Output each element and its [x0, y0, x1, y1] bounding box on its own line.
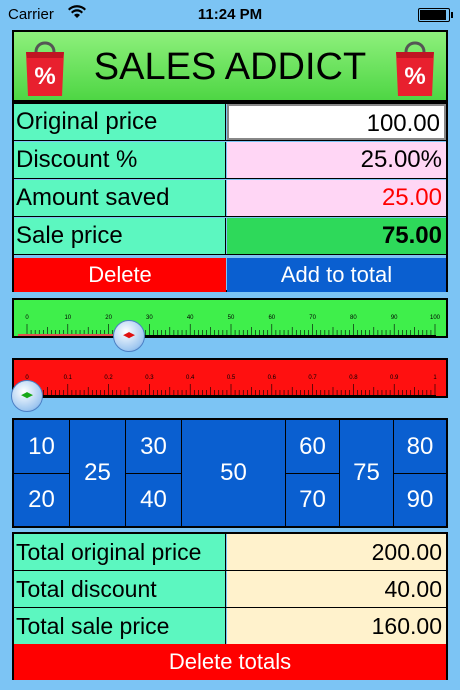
ruler-tick-label: 0: [25, 315, 29, 321]
total-discount-row: Total discount 40.00: [14, 571, 446, 608]
bag-percent-symbol: %: [404, 63, 425, 90]
discount-60-button[interactable]: 60: [286, 420, 340, 474]
discount-50-button[interactable]: 50: [182, 420, 286, 526]
ruler-tick-label: 0.3: [145, 375, 154, 381]
total-sale-label: Total sale price: [14, 608, 226, 644]
ruler-tick-label: 20: [105, 315, 112, 321]
discount-90-button[interactable]: 90: [394, 474, 446, 526]
ruler-tick-label: 1: [433, 375, 437, 381]
ruler-tick-label: 30: [146, 315, 153, 321]
discount-75-button[interactable]: 75: [340, 420, 394, 526]
price-slider-thumb[interactable]: ◂▸: [113, 320, 145, 352]
ruler-tick-label: 100: [429, 315, 441, 321]
ruler-tick-label: 40: [186, 315, 194, 321]
totals-panel: Total original price 200.00 Total discou…: [12, 532, 448, 680]
amount-saved-label: Amount saved: [14, 180, 226, 216]
original-price-row: Original price 100.00: [14, 104, 446, 141]
sale-price-value: 75.00: [227, 218, 446, 254]
discount-40-button[interactable]: 40: [126, 474, 182, 526]
clock: 11:24 PM: [197, 6, 263, 23]
price-slider-track: [18, 334, 128, 336]
battery-icon: [418, 8, 453, 22]
add-to-total-button[interactable]: Add to total: [227, 258, 446, 292]
discount-25-button[interactable]: 25: [70, 420, 126, 526]
ruler-tick-label: 0.5: [226, 375, 236, 381]
ruler-tick-label: 60: [268, 315, 276, 321]
discount-70-button[interactable]: 70: [286, 474, 340, 526]
total-original-label: Total original price: [14, 534, 226, 570]
discount-slider[interactable]: 0 0.1 0.2 0.3 0.4 0.5 0.6 0.7 0.8 0.9 1 ◂▸: [11, 358, 448, 412]
discount-slider-ticks: 0 0.1 0.2 0.3 0.4 0.5 0.6 0.7 0.8 0.9 1: [25, 372, 437, 396]
discount-value: 25.00%: [227, 142, 446, 178]
discount-label: Discount %: [14, 142, 226, 178]
original-price-input[interactable]: 100.00: [227, 104, 446, 140]
price-slider-ticks: 0 10 20 30 40 50 60 70 80 90 100: [25, 312, 440, 336]
ruler-tick-label: 10: [64, 315, 72, 321]
sale-price-row: Sale price 75.00: [14, 218, 446, 255]
total-original-value: 200.00: [227, 534, 446, 570]
discount-slider-thumb[interactable]: ◂▸: [11, 380, 43, 412]
ruler-tick-label: 0.8: [349, 375, 358, 381]
ruler-tick-label: 0.9: [390, 375, 399, 381]
total-sale-value: 160.00: [227, 608, 446, 644]
ruler-tick-label: 0.7: [308, 375, 317, 381]
discount-10-button[interactable]: 10: [14, 420, 70, 474]
discount-20-button[interactable]: 20: [14, 474, 70, 526]
app-title: SALES ADDICT: [93, 46, 367, 88]
shopping-bag-icon: %: [392, 36, 438, 98]
total-original-row: Total original price 200.00: [14, 534, 446, 571]
action-buttons: Delete Add to total: [14, 258, 446, 292]
calculator-panel: Original price 100.00 Discount % 25.00% …: [12, 102, 448, 292]
discount-row: Discount % 25.00%: [14, 142, 446, 179]
amount-saved-row: Amount saved 25.00: [14, 180, 446, 217]
original-price-label: Original price: [14, 104, 226, 140]
ruler-tick-label: 80: [350, 315, 357, 321]
ruler-tick-label: 0.4: [186, 375, 195, 381]
discount-buttons-grid: 10 20 25 30 40 50 60 70 75 80 90: [12, 418, 448, 528]
status-bar: Carrier 11:24 PM: [0, 0, 460, 30]
amount-saved-value: 25.00: [227, 180, 446, 216]
price-slider[interactable]: 0 10 20 30 40 50 60 70 80 90 100 ◂▸: [12, 298, 448, 352]
total-discount-value: 40.00: [227, 571, 446, 607]
discount-80-button[interactable]: 80: [394, 420, 446, 474]
ruler-tick-label: 0.6: [267, 375, 276, 381]
discount-30-button[interactable]: 30: [126, 420, 182, 474]
total-discount-label: Total discount: [14, 571, 226, 607]
app-header: % SALES ADDICT %: [12, 30, 448, 102]
drag-arrows-icon: ◂▸: [123, 329, 135, 341]
ruler-tick-label: 0.2: [104, 375, 113, 381]
sale-price-label: Sale price: [14, 218, 226, 254]
delete-button[interactable]: Delete: [14, 258, 226, 292]
ruler-tick-label: 70: [309, 315, 316, 321]
ruler-tick-label: 90: [390, 315, 398, 321]
delete-totals-button[interactable]: Delete totals: [14, 644, 446, 680]
drag-arrows-icon: ◂▸: [21, 389, 33, 401]
total-sale-row: Total sale price 160.00: [14, 608, 446, 645]
ruler-tick-label: 50: [227, 315, 235, 321]
ruler-tick-label: 0.1: [63, 375, 72, 381]
